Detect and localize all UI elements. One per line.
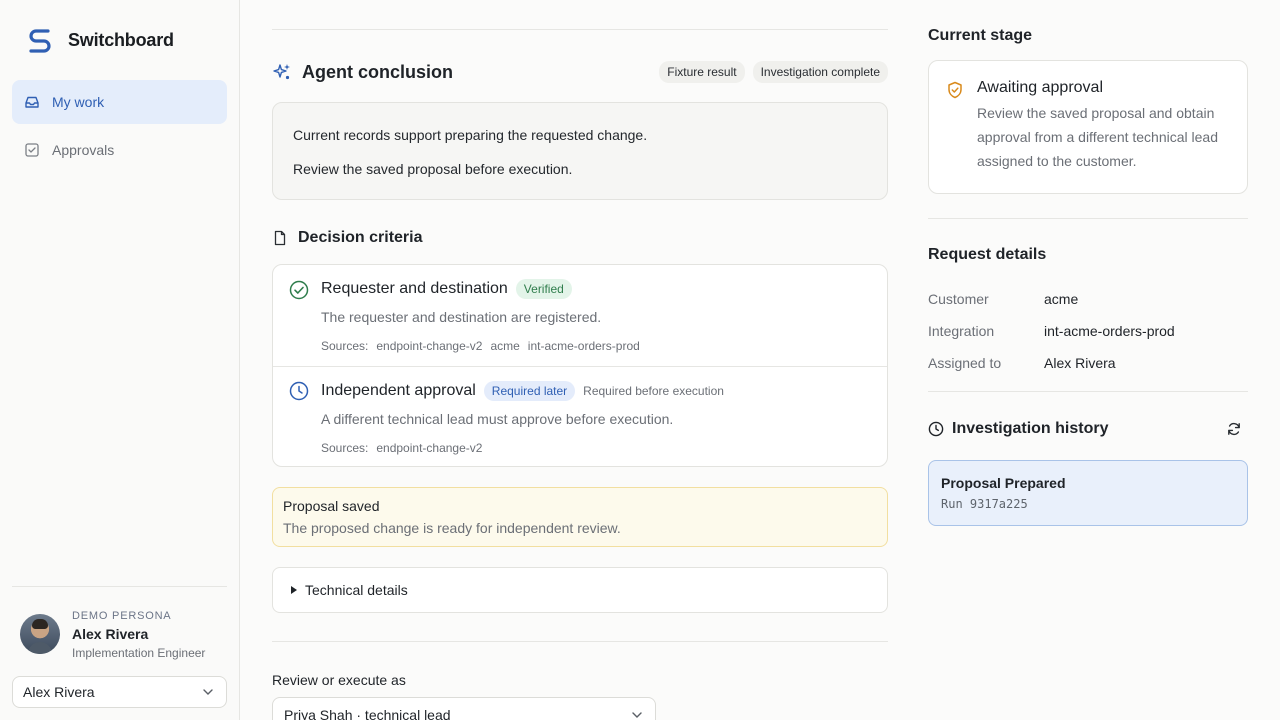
check-circle-icon — [289, 280, 309, 300]
criterion-item: Independent approval Required later Requ… — [273, 366, 887, 467]
source-link[interactable]: endpoint-change-v2 — [376, 339, 482, 353]
detail-value: int-acme-orders-prod — [1044, 323, 1175, 339]
persona-kicker: DEMO PERSONA — [72, 610, 172, 622]
chevron-down-icon — [203, 689, 213, 695]
conclusion-title: Agent conclusion — [302, 61, 454, 82]
criterion-sources: Sources: endpoint-change-v2 acme int-acm… — [321, 339, 887, 353]
switchboard-logo-icon — [29, 29, 51, 53]
sidebar-item-approvals[interactable]: Approvals — [12, 128, 227, 172]
request-details-heading: Request details — [928, 246, 1047, 263]
document-icon — [274, 230, 286, 246]
fixture-result-chip: Fixture result — [659, 61, 745, 83]
conclusion-header: Agent conclusion Fixture result Investig… — [272, 60, 888, 84]
detail-key: Customer — [928, 291, 989, 307]
brand[interactable]: Switchboard — [26, 26, 174, 54]
conclusion-line: Review the saved proposal before executi… — [293, 161, 573, 177]
technical-details-label: Technical details — [305, 582, 408, 598]
detail-value: acme — [1044, 291, 1079, 307]
criteria-list: Requester and destination Verified The r… — [272, 264, 888, 467]
detail-key: Integration — [928, 323, 995, 339]
criterion-item: Requester and destination Verified The r… — [273, 265, 887, 366]
source-link[interactable]: int-acme-orders-prod — [528, 339, 640, 353]
sidebar-divider — [12, 586, 227, 587]
persona-select[interactable]: Alex Rivera — [12, 676, 227, 708]
main-divider — [272, 641, 888, 642]
current-stage-heading: Current stage — [928, 27, 1033, 44]
persona-name: Alex Rivera — [72, 626, 149, 642]
persona-select-value: Alex Rivera — [23, 684, 95, 700]
criterion-description: A different technical lead must approve … — [321, 411, 674, 427]
stage-description: Review the saved proposal and obtain app… — [977, 105, 1218, 169]
inbox-icon — [25, 96, 39, 108]
criterion-title: Requester and destination — [321, 280, 508, 297]
criteria-title: Decision criteria — [298, 229, 423, 246]
detail-row: Customer acme — [928, 283, 1248, 315]
refresh-icon[interactable] — [1226, 421, 1242, 437]
top-divider — [272, 29, 888, 30]
detail-row: Integration int-acme-orders-prod — [928, 315, 1248, 347]
chevron-down-icon — [632, 712, 642, 718]
sidebar: Switchboard My work Approvals DEMO PERSO… — [0, 0, 240, 720]
sidebar-nav: My work Approvals — [12, 80, 227, 176]
criterion-description: The requester and destination are regist… — [321, 309, 602, 325]
sidebar-item-my-work[interactable]: My work — [12, 80, 227, 124]
sidebar-item-label: Approvals — [52, 142, 115, 158]
source-link[interactable]: acme — [490, 339, 519, 353]
right-divider — [928, 218, 1248, 219]
run-title: Proposal Prepared — [941, 475, 1066, 491]
run-id: Run 9317a225 — [941, 497, 1028, 511]
stage-title: Awaiting approval — [977, 79, 1104, 96]
review-as-value: Priya Shah · technical lead — [284, 707, 451, 720]
proposal-text: The proposed change is ready for indepen… — [283, 520, 621, 536]
technical-details-toggle[interactable]: Technical details — [272, 567, 888, 613]
detail-row: Assigned to Alex Rivera — [928, 347, 1248, 379]
history-run-card[interactable]: Proposal Prepared Run 9317a225 — [928, 460, 1248, 526]
caret-right-icon — [291, 586, 297, 594]
proposal-saved-banner: Proposal saved The proposed change is re… — [272, 487, 888, 547]
review-as-select[interactable]: Priya Shah · technical lead — [272, 697, 656, 720]
persona-card: DEMO PERSONA Alex Rivera Implementation … — [20, 608, 205, 660]
clock-icon — [928, 421, 944, 437]
conclusion-line: Current records support preparing the re… — [293, 127, 648, 143]
proposal-title: Proposal saved — [283, 498, 380, 514]
criterion-title: Independent approval — [321, 382, 476, 399]
app-name: Switchboard — [68, 29, 174, 50]
verified-badge: Verified — [515, 279, 572, 299]
required-later-badge: Required later — [483, 381, 576, 401]
right-divider — [928, 391, 1248, 392]
history-header: Investigation history — [928, 420, 1248, 438]
avatar — [20, 614, 60, 654]
criterion-sources: Sources: endpoint-change-v2 — [321, 441, 887, 455]
detail-key: Assigned to — [928, 355, 1002, 371]
source-link[interactable]: endpoint-change-v2 — [376, 441, 482, 455]
criteria-header: Decision criteria — [272, 229, 423, 247]
detail-value: Alex Rivera — [1044, 355, 1116, 371]
shield-check-icon — [948, 81, 962, 99]
conclusion-summary: Current records support preparing the re… — [272, 102, 888, 200]
clock-icon — [289, 381, 309, 401]
history-title: Investigation history — [952, 420, 1109, 437]
checkbox-icon — [25, 143, 39, 157]
stage-card: Awaiting approval Review the saved propo… — [928, 60, 1248, 194]
review-as-label: Review or execute as — [272, 672, 406, 688]
persona-role: Implementation Engineer — [72, 646, 206, 660]
sources-label: Sources: — [321, 339, 369, 353]
sidebar-item-label: My work — [52, 94, 105, 110]
sparkles-icon — [273, 64, 290, 80]
sources-label: Sources: — [321, 441, 369, 455]
investigation-status-chip: Investigation complete — [752, 61, 888, 83]
request-details: Customer acme Integration int-acme-order… — [928, 283, 1248, 379]
criterion-note: Required before execution — [583, 384, 724, 398]
